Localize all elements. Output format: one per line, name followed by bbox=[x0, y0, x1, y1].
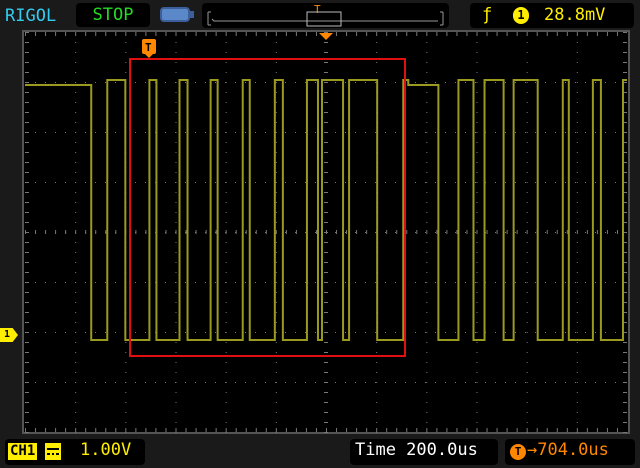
timebase-value: Time 200.0us bbox=[355, 440, 478, 460]
trigger-offset-value: →704.0us bbox=[527, 440, 609, 460]
ch1-label: CH1 bbox=[8, 443, 38, 460]
waveform-display[interactable]: T bbox=[0, 0, 640, 468]
ch1-vertical-scale: 1.00V bbox=[80, 440, 132, 460]
oscilloscope-grid: T bbox=[22, 30, 630, 434]
trigger-offset-icon: T bbox=[510, 444, 526, 460]
trigger-marker-label: T bbox=[145, 41, 152, 54]
dc-coupling-icon bbox=[45, 443, 61, 460]
